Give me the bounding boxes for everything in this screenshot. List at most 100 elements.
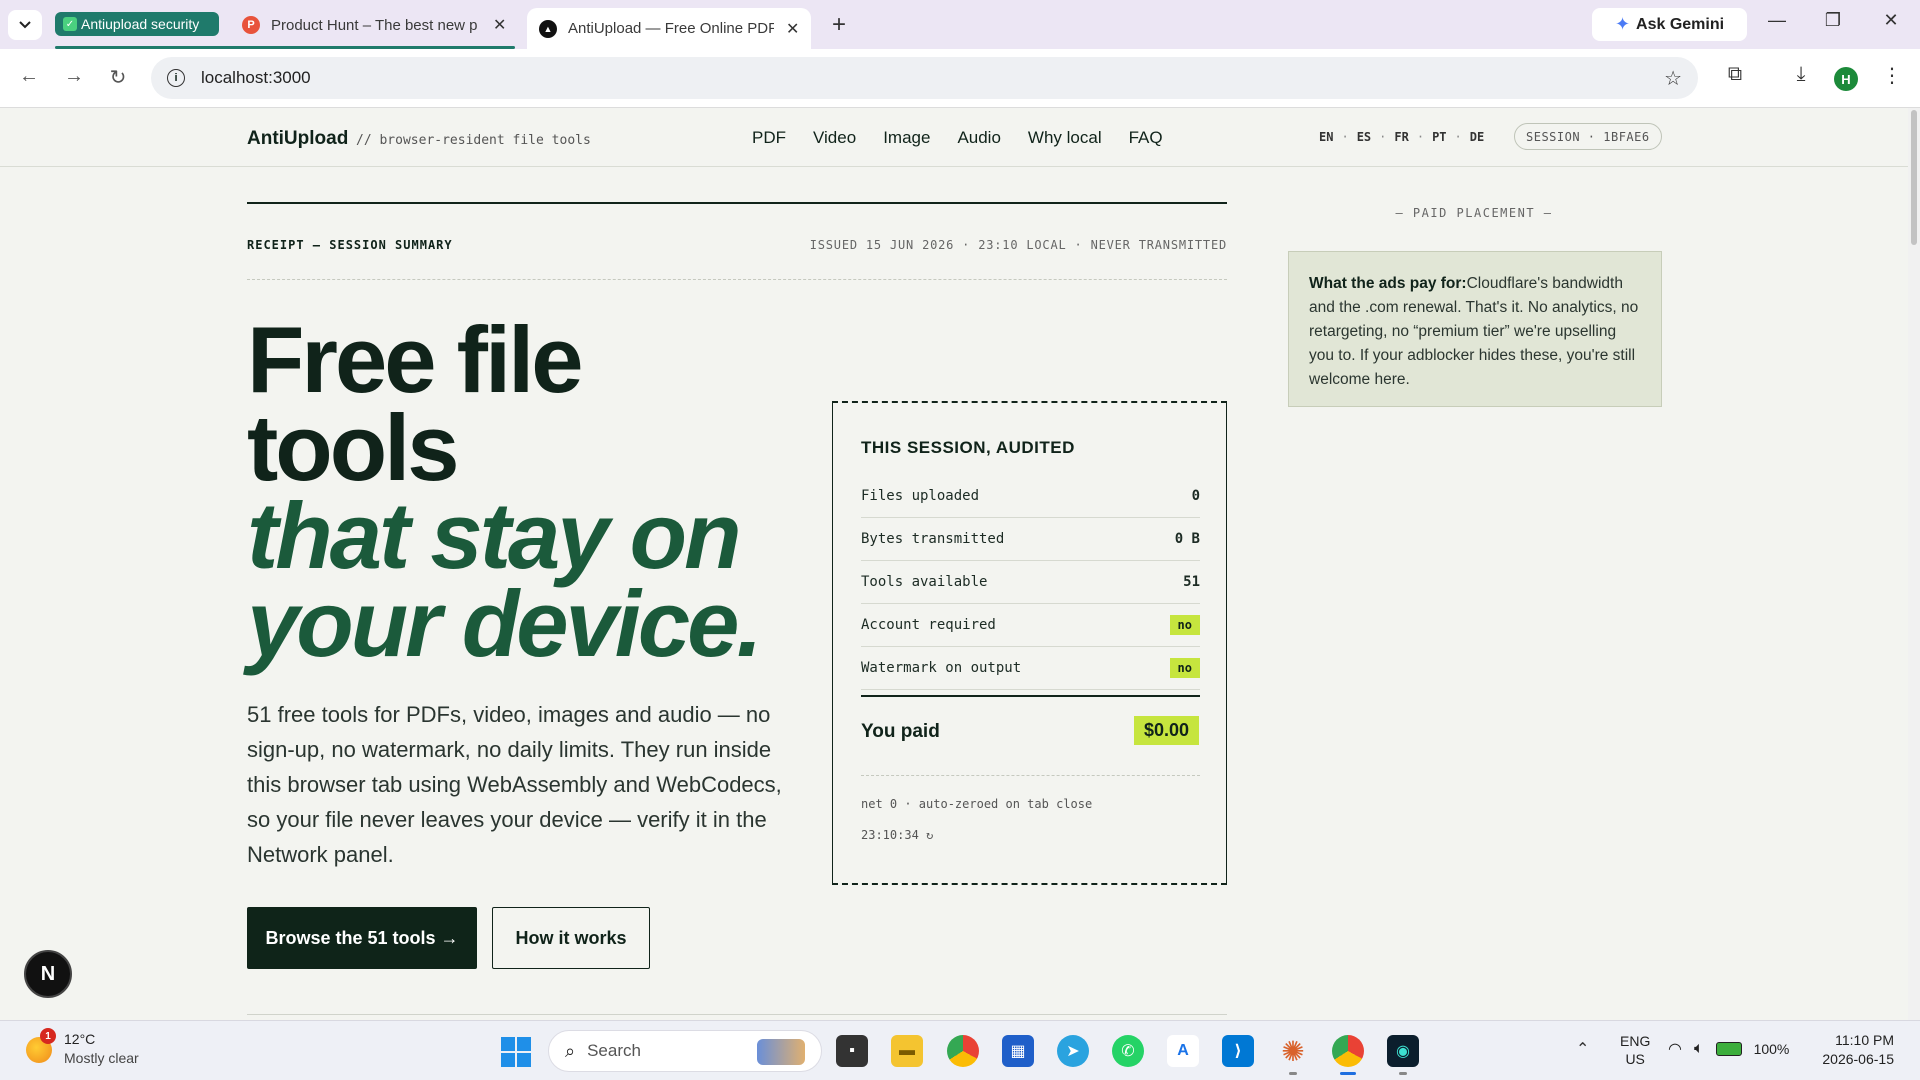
audit-value: 51 bbox=[1183, 574, 1200, 590]
paid-label: You paid bbox=[861, 721, 940, 742]
tray-overflow-chevron-icon[interactable]: ⌃ bbox=[1576, 1039, 1589, 1059]
extensions-puzzle-icon[interactable]: ⧉ bbox=[1720, 63, 1750, 86]
divider bbox=[247, 279, 1227, 280]
chrome-profile-icon[interactable] bbox=[1332, 1035, 1364, 1075]
vscode-icon[interactable]: ⟩ bbox=[1222, 1035, 1254, 1067]
browser-tabstrip: ✓ Antiupload security P Product Hunt – T… bbox=[0, 0, 1920, 49]
ask-gemini-label: Ask Gemini bbox=[1636, 15, 1725, 33]
telegram-icon[interactable]: ➤ bbox=[1057, 1035, 1089, 1067]
taskbar-search[interactable]: ⌕ Search bbox=[548, 1030, 822, 1072]
audit-timestamp: 23:10:34 ↻ bbox=[861, 828, 934, 842]
gemini-sparkle-icon: ✦ bbox=[1614, 14, 1631, 34]
kebab-menu-icon[interactable]: ⋮ bbox=[1877, 63, 1907, 88]
audit-row: Watermark on output no bbox=[861, 647, 1200, 690]
volume-icon[interactable]: 🔈︎ bbox=[1694, 1040, 1704, 1058]
how-it-works-button[interactable]: How it works bbox=[492, 907, 650, 969]
tab-search-button[interactable] bbox=[8, 10, 42, 40]
audit-rows: Files uploaded 0 Bytes transmitted 0 B T… bbox=[861, 475, 1200, 690]
hero-line-accent: that stay on bbox=[247, 483, 742, 588]
status-badge: no bbox=[1169, 615, 1200, 635]
tab-group-label: Antiupload security bbox=[81, 16, 200, 32]
system-clock[interactable]: 11:10 PM 2026-06-15 bbox=[1812, 1031, 1894, 1069]
nav-link-faq[interactable]: FAQ bbox=[1129, 128, 1163, 148]
lang-pt[interactable]: PT bbox=[1432, 130, 1446, 144]
nav-link-video[interactable]: Video bbox=[813, 128, 856, 148]
audit-value: 0 bbox=[1191, 488, 1200, 504]
audit-label: Files uploaded bbox=[861, 488, 980, 504]
antiupload-favicon-icon: ▲ bbox=[539, 19, 557, 38]
windows-start-icon[interactable] bbox=[501, 1037, 531, 1067]
profile-avatar[interactable]: H bbox=[1834, 67, 1858, 91]
divider bbox=[247, 202, 1227, 204]
whatsapp-icon[interactable]: ✆ bbox=[1112, 1035, 1144, 1067]
divider bbox=[861, 775, 1200, 776]
audit-footer: net 0 · auto-zeroed on tab close bbox=[861, 797, 1093, 811]
ask-gemini-button[interactable]: ✦ Ask Gemini bbox=[1592, 8, 1747, 41]
nav-link-pdf[interactable]: PDF bbox=[752, 128, 786, 148]
tab-antiupload[interactable]: ▲ AntiUpload — Free Online PDF, ✕ bbox=[527, 8, 812, 49]
chrome-icon[interactable] bbox=[947, 1035, 979, 1067]
download-icon[interactable]: ⤓ bbox=[1786, 63, 1816, 86]
page-scrollbar[interactable] bbox=[1908, 108, 1920, 1020]
bookmark-star-icon[interactable]: ☆ bbox=[1664, 66, 1682, 91]
claude-icon[interactable]: ✺ bbox=[1277, 1035, 1309, 1075]
weather-alert-badge: 1 bbox=[40, 1028, 56, 1044]
hero-line: Free file bbox=[247, 307, 583, 412]
session-audit-card: THIS SESSION, AUDITED Files uploaded 0 B… bbox=[832, 401, 1227, 885]
wifi-icon[interactable]: ◠ bbox=[1668, 1039, 1682, 1059]
file-explorer-icon[interactable]: ▬ bbox=[891, 1035, 923, 1067]
address-bar[interactable]: i localhost:3000 ☆ bbox=[151, 57, 1698, 99]
weather-temp[interactable]: 12°C bbox=[64, 1031, 95, 1047]
browser-toolbar: ← → ↻ i localhost:3000 ☆ ⧉ ⤓ H ⋮ bbox=[0, 49, 1920, 108]
hero-title: Free file tools that stay on your device… bbox=[247, 307, 763, 676]
reload-icon[interactable]: ↻ bbox=[103, 65, 133, 90]
close-tab-icon[interactable]: ✕ bbox=[493, 15, 506, 35]
back-arrow-icon[interactable]: ← bbox=[14, 65, 44, 88]
browse-tools-button[interactable]: Browse the 51 tools → bbox=[247, 907, 477, 969]
nav-link-image[interactable]: Image bbox=[883, 128, 930, 148]
scrollbar-thumb[interactable] bbox=[1911, 110, 1917, 245]
chevron-down-icon bbox=[19, 21, 31, 29]
os-taskbar: 1 12°C Mostly clear ⌕ Search ▪ ▬ ▦ ➤ ✆ A… bbox=[0, 1020, 1920, 1080]
ad-disclosure-box: What the ads pay for:Cloudflare's bandwi… bbox=[1288, 251, 1662, 407]
lang-de[interactable]: DE bbox=[1470, 130, 1484, 144]
new-tab-plus-icon[interactable]: + bbox=[832, 11, 846, 39]
terminal-app-icon[interactable]: ◉ bbox=[1387, 1035, 1419, 1075]
weather-desc[interactable]: Mostly clear bbox=[64, 1050, 139, 1066]
site-brand[interactable]: AntiUpload bbox=[247, 128, 348, 150]
task-view-icon[interactable]: ▪ bbox=[836, 1035, 868, 1067]
close-tab-icon[interactable]: ✕ bbox=[786, 19, 799, 39]
divider bbox=[247, 1014, 1227, 1015]
system-tray: ◠ 🔈︎ 100% bbox=[1668, 1039, 1789, 1059]
lang-fr[interactable]: FR bbox=[1394, 130, 1408, 144]
battery-percent: 100% bbox=[1753, 1041, 1790, 1057]
app-a-icon[interactable]: A bbox=[1167, 1035, 1199, 1067]
input-language[interactable]: ENG US bbox=[1620, 1032, 1650, 1068]
nav-link-audio[interactable]: Audio bbox=[957, 128, 1000, 148]
nav-link-why-local[interactable]: Why local bbox=[1028, 128, 1102, 148]
audit-row: Files uploaded 0 bbox=[861, 475, 1200, 518]
forward-arrow-icon[interactable]: → bbox=[59, 65, 89, 88]
restore-icon[interactable]: ❐ bbox=[1813, 10, 1853, 31]
tab-group-chip[interactable]: ✓ Antiupload security bbox=[55, 12, 219, 36]
battery-icon[interactable] bbox=[1715, 1042, 1742, 1056]
site-info-icon[interactable]: i bbox=[167, 69, 185, 87]
audit-value: 0 B bbox=[1174, 531, 1200, 547]
receipt-issued-meta: ISSUED 15 JUN 2026 · 23:10 LOCAL · NEVER… bbox=[809, 238, 1227, 252]
tab-product-hunt[interactable]: P Product Hunt – The best new p ✕ bbox=[242, 8, 506, 42]
audit-label: Watermark on output bbox=[861, 660, 1022, 676]
clock-time: 11:10 PM bbox=[1835, 1032, 1894, 1048]
main-nav: PDF Video Image Audio Why local FAQ bbox=[752, 128, 1163, 148]
receipt-heading: RECEIPT — SESSION SUMMARY bbox=[247, 238, 453, 252]
nextjs-dev-badge[interactable]: N bbox=[24, 950, 72, 998]
hero-lead: 51 free tools for PDFs, video, images an… bbox=[247, 702, 782, 867]
microsoft-store-icon[interactable]: ▦ bbox=[1002, 1035, 1034, 1067]
minimize-icon[interactable]: — bbox=[1757, 10, 1797, 31]
ad-label: — PAID PLACEMENT — bbox=[1395, 206, 1553, 220]
url-text: localhost:3000 bbox=[201, 68, 311, 87]
lang-es[interactable]: ES bbox=[1357, 130, 1371, 144]
lang-en[interactable]: EN bbox=[1319, 130, 1333, 144]
close-window-icon[interactable]: ✕ bbox=[1871, 10, 1911, 31]
hero-line-accent: your device. bbox=[247, 571, 763, 676]
site-tagline: // browser-resident file tools bbox=[356, 133, 591, 148]
